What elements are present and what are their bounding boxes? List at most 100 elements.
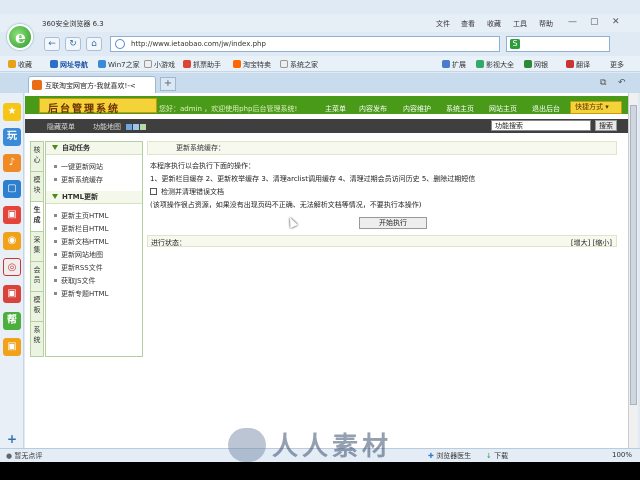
web-page: 后台管理系统 您好：admin ，欢迎使用php后台管理系统! 主菜单 内容发布…	[25, 93, 628, 448]
tab-active[interactable]: 互联淘宝网官方-我就喜欢!-<	[28, 76, 156, 93]
site-favicon-icon	[32, 80, 42, 90]
home-icon[interactable]: ⌂	[86, 37, 102, 51]
menu-get-js[interactable]: 获取JS文件	[54, 276, 96, 286]
function-search-button[interactable]: 搜索	[595, 120, 617, 131]
skin-blue-icon[interactable]	[126, 124, 132, 130]
sidebar-mail-icon[interactable]: ▣	[3, 206, 21, 224]
nav-logout[interactable]: 退出后台	[532, 104, 560, 114]
function-map-link[interactable]: 功能地图	[93, 122, 121, 132]
search-input[interactable]: S	[506, 36, 610, 52]
menu-update-rss[interactable]: 更新RSS文件	[54, 263, 103, 273]
progress-label: 进行状态：	[151, 239, 186, 247]
sidebar-book-icon[interactable]: ▢	[3, 180, 21, 198]
menu-update-site[interactable]: 一键更新网站	[54, 162, 103, 172]
nav-system-home[interactable]: 系统主页	[446, 104, 474, 114]
check-docs-checkbox[interactable]	[150, 188, 157, 195]
bookmark-system[interactable]: 系统之家	[280, 60, 318, 70]
globe-icon	[115, 39, 125, 49]
restore-tabs-icon[interactable]: ⧉	[600, 78, 606, 88]
skin-light-icon[interactable]	[133, 124, 139, 130]
check-docs-option[interactable]: 检测并清理错误文档	[150, 187, 224, 197]
admin-logo: 后台管理系统	[39, 98, 157, 115]
browser-title: 360安全浏览器 6.3	[42, 20, 104, 28]
content-title: 更新系统缓存：	[147, 141, 617, 155]
menu-tools[interactable]: 工具	[513, 19, 527, 29]
vertical-scrollbar[interactable]	[628, 93, 638, 448]
skin-green-icon[interactable]	[140, 124, 146, 130]
bank-button[interactable]: 网银	[524, 60, 548, 70]
more-button[interactable]: 更多	[610, 60, 624, 70]
refresh-icon[interactable]: ↻	[65, 37, 81, 51]
video-letterbox-bottom	[0, 462, 640, 480]
menu-file[interactable]: 文件	[436, 19, 450, 29]
scroll-thumb[interactable]	[630, 105, 637, 405]
home-icon	[50, 60, 58, 68]
back-icon[interactable]: ←	[44, 37, 60, 51]
status-comment[interactable]: ● 暂无点评	[6, 451, 42, 461]
main-content: 更新系统缓存： 本程序执行以会执行下面的操作： 1、更新栏目缓存 2、更新枚举缓…	[147, 141, 621, 441]
menu-update-topic-html[interactable]: 更新专题HTML	[54, 289, 108, 299]
sidebar-add-icon[interactable]: +	[3, 430, 21, 448]
nav-publish[interactable]: 内容发布	[359, 104, 387, 114]
bookmark-tickets[interactable]: 抓票助手	[183, 60, 221, 70]
sidebar-help-icon[interactable]: 帮	[3, 312, 21, 330]
undo-icon[interactable]: ↶	[618, 78, 626, 88]
panel-auto-tasks-title[interactable]: 自动任务	[46, 142, 142, 155]
new-tab-button[interactable]: +	[160, 77, 176, 91]
extensions-button[interactable]: 扩展	[442, 60, 466, 70]
address-bar[interactable]: http://www.ietaobao.com/jw/index.php	[110, 36, 500, 52]
menu-tab-system[interactable]: 系统	[30, 321, 44, 357]
maximize-icon[interactable]: ▢	[590, 17, 599, 27]
menu-view[interactable]: 查看	[461, 19, 475, 29]
function-search-input[interactable]: 功能搜索	[491, 120, 591, 131]
menu-update-doc-html[interactable]: 更新文档HTML	[54, 237, 108, 247]
start-button[interactable]: 开始执行	[359, 217, 427, 229]
search-icon: S	[510, 39, 520, 49]
bookmark-win7[interactable]: Win7之家	[98, 60, 140, 70]
menu-update-cache[interactable]: 更新系统缓存	[54, 175, 103, 185]
bookmark-taobao[interactable]: 淘宝特卖	[233, 60, 271, 70]
download-button[interactable]: ↓ 下载	[486, 451, 508, 461]
welcome-text: 您好：admin ，欢迎使用php后台管理系统!	[159, 105, 298, 113]
zoom-level[interactable]: 100%	[612, 451, 632, 459]
content-intro: 本程序执行以会执行下面的操作：	[150, 162, 255, 170]
bookmark-favorites[interactable]: 收藏	[8, 60, 32, 70]
browser-doctor-button[interactable]: ✚ 浏览器医生	[428, 451, 471, 461]
windows-icon	[98, 60, 106, 68]
menu-update-sitemap[interactable]: 更新网站地图	[54, 250, 103, 260]
sidebar-weibo-icon[interactable]: ◉	[3, 232, 21, 250]
translate-button[interactable]: 翻译	[566, 60, 590, 70]
close-icon[interactable]: ✕	[612, 17, 620, 27]
sidebar-play-icon[interactable]: 玩	[3, 128, 21, 146]
chevron-down-icon	[52, 194, 58, 199]
page-icon	[280, 60, 288, 68]
watermark-text: 人人素材	[272, 432, 393, 462]
progress-resize-links[interactable]: [增大] [缩小]	[571, 238, 612, 248]
menu-update-column-html[interactable]: 更新栏目HTML	[54, 224, 108, 234]
menu-help[interactable]: 帮助	[539, 19, 553, 29]
video-button[interactable]: 影视大全	[476, 60, 514, 70]
browser-logo-icon: e	[7, 24, 33, 50]
sidebar-phone-icon[interactable]: ▣	[3, 285, 21, 303]
left-menu-panel: 自动任务 一键更新网站 更新系统缓存 HTML更新 更新主页HTML 更新栏目H…	[45, 141, 143, 357]
translate-icon	[566, 60, 574, 68]
bookmark-nav[interactable]: 网址导航	[50, 60, 88, 70]
nav-maintain[interactable]: 内容维护	[403, 104, 431, 114]
sidebar-face-icon[interactable]: ▣	[3, 338, 21, 356]
ticket-icon	[183, 60, 191, 68]
panel-html-title[interactable]: HTML更新	[46, 191, 142, 204]
address-text: http://www.ietaobao.com/jw/index.php	[131, 40, 266, 48]
sidebar-music-icon[interactable]: ♪	[3, 154, 21, 172]
bookmark-games[interactable]: 小游戏	[144, 60, 175, 70]
menu-update-home-html[interactable]: 更新主页HTML	[54, 211, 108, 221]
grid-icon	[442, 60, 450, 68]
nav-site-home[interactable]: 网站主页	[489, 104, 517, 114]
sidebar-target-icon[interactable]: ◎	[3, 258, 21, 276]
menu-favorites[interactable]: 收藏	[487, 19, 501, 29]
quick-access-dropdown[interactable]: 快捷方式 ▾	[570, 101, 622, 114]
minimize-icon[interactable]: —	[568, 17, 577, 27]
nav-main-menu[interactable]: 主菜单	[325, 104, 346, 114]
sidebar-star-icon[interactable]: ★	[3, 103, 21, 121]
hide-menu-link[interactable]: 隐藏菜单	[47, 122, 75, 132]
star-icon	[8, 60, 16, 68]
